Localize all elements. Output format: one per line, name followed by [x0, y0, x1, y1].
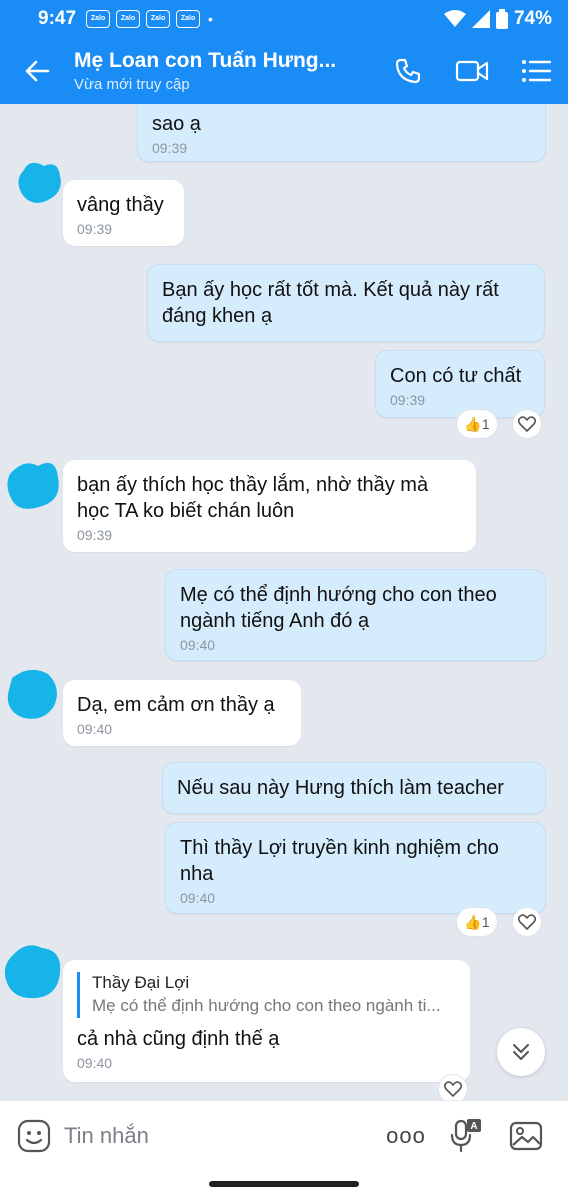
- heart-icon: [518, 416, 536, 432]
- like-count: 1: [481, 416, 490, 432]
- message-input[interactable]: [64, 1122, 376, 1149]
- heart-icon: [518, 914, 536, 930]
- contact-avatar[interactable]: [2, 940, 64, 1002]
- like-reaction-count[interactable]: 👍 1: [456, 907, 498, 937]
- message-bubble-outgoing[interactable]: Bạn ấy học rất tốt mà. Kết quả này rất đ…: [147, 264, 545, 342]
- heart-icon: [444, 1081, 462, 1097]
- like-reaction-count[interactable]: 👍 1: [456, 409, 498, 439]
- more-notifications-dot: •: [208, 11, 213, 27]
- battery-icon: [495, 9, 508, 29]
- message-text: sao ạ: [152, 113, 201, 135]
- more-options-button[interactable]: ooo: [376, 1111, 436, 1161]
- more-dots-icon: ooo: [386, 1122, 426, 1148]
- battery-percent: 74%: [513, 8, 552, 29]
- message-text: Bạn ấy học rất tốt mà. Kết quả này rất đ…: [162, 279, 499, 327]
- thumbs-up-icon: 👍: [464, 913, 482, 930]
- message-time: 09:40: [180, 637, 216, 653]
- contact-name: Mẹ Loan con Tuấn Hưng...: [74, 49, 337, 72]
- status-time: 9:47: [38, 8, 77, 29]
- message-text: Dạ, em cảm ơn thầy ạ: [77, 694, 275, 716]
- home-indicator[interactable]: [209, 1181, 359, 1187]
- message-time: 09:40: [77, 721, 113, 737]
- contact-avatar[interactable]: [4, 456, 62, 514]
- quote-author: Thầy Đại Lợi: [92, 973, 190, 992]
- message-text: vâng thầy: [77, 194, 164, 216]
- message-bubble-outgoing[interactable]: Nếu sau này Hưng thích làm teacher: [162, 762, 546, 814]
- like-count: 1: [481, 914, 490, 930]
- zalo-notification-icon: Zalo: [116, 10, 141, 28]
- message-bubble-incoming[interactable]: Dạ, em cảm ơn thầy ạ 09:40: [63, 680, 301, 746]
- scroll-to-bottom-button[interactable]: [497, 1028, 545, 1076]
- sticker-face-icon: [17, 1119, 51, 1152]
- quoted-message[interactable]: Thầy Đại Lợi Mẹ có thể định hướng cho co…: [77, 972, 456, 1018]
- back-arrow-icon: [25, 60, 50, 82]
- react-heart-button[interactable]: [512, 907, 542, 937]
- video-call-icon: [455, 60, 489, 82]
- message-text: Mẹ có thể định hướng cho con theo ngành …: [180, 584, 497, 632]
- contact-avatar[interactable]: [4, 666, 60, 722]
- message-bubble-incoming[interactable]: bạn ấy thích học thầy lắm, nhờ thầy mà h…: [63, 460, 476, 552]
- contact-info[interactable]: Mẹ Loan con Tuấn Hưng... Vừa mới truy cậ…: [74, 49, 376, 93]
- message-time: 09:39: [152, 140, 188, 156]
- message-text: cả nhà cũng định thế ạ: [77, 1028, 280, 1050]
- mic-badge: A: [470, 1121, 477, 1132]
- signal-icon: [471, 10, 490, 28]
- message-text: Thì thầy Lợi truyền kinh nghiệm cho nha: [180, 837, 499, 885]
- microphone-icon: A: [450, 1118, 481, 1152]
- phone-icon: [395, 58, 421, 84]
- contact-avatar[interactable]: [14, 156, 64, 206]
- wifi-icon: [443, 10, 466, 27]
- zalo-notification-icon: Zalo: [86, 10, 111, 28]
- message-time: 09:40: [77, 1055, 113, 1071]
- chat-options-button[interactable]: [504, 38, 568, 104]
- sticker-button[interactable]: [12, 1114, 56, 1158]
- react-heart-button[interactable]: [438, 1074, 468, 1100]
- contact-status: Vừa mới truy cập: [74, 76, 190, 93]
- image-icon: [509, 1121, 543, 1150]
- thumbs-up-icon: 👍: [464, 415, 482, 432]
- zalo-notification-icon: Zalo: [146, 10, 171, 28]
- message-time: 09:40: [180, 890, 216, 906]
- react-heart-button[interactable]: [512, 409, 542, 439]
- message-time: 09:39: [77, 221, 113, 237]
- message-text: Con có tư chất: [390, 365, 522, 387]
- chat-header: Mẹ Loan con Tuấn Hưng... Vừa mới truy cậ…: [0, 38, 568, 104]
- image-picker-button[interactable]: [496, 1111, 556, 1161]
- video-call-button[interactable]: [440, 38, 504, 104]
- message-text: Nếu sau này Hưng thích làm teacher: [177, 777, 504, 799]
- message-bubble-incoming[interactable]: Thầy Đại Lợi Mẹ có thể định hướng cho co…: [63, 960, 470, 1082]
- voice-call-button[interactable]: [376, 38, 440, 104]
- message-bubble-outgoing[interactable]: sao ạ 09:39: [137, 104, 546, 162]
- system-navigation-bar: [0, 1170, 568, 1200]
- double-chevron-down-icon: [513, 1044, 529, 1060]
- message-list[interactable]: sao ạ 09:39 vâng thầy 09:39 Bạn ấy học r…: [0, 104, 568, 1100]
- message-composer: ooo A: [0, 1100, 568, 1170]
- message-time: 09:39: [390, 392, 426, 408]
- zalo-notification-icon: Zalo: [176, 10, 201, 28]
- message-bubble-outgoing[interactable]: Mẹ có thể định hướng cho con theo ngành …: [165, 569, 546, 661]
- menu-list-icon: [522, 60, 551, 82]
- back-button[interactable]: [0, 38, 74, 104]
- message-bubble-incoming[interactable]: vâng thầy 09:39: [63, 180, 184, 246]
- message-time: 09:39: [77, 527, 113, 543]
- message-bubble-outgoing[interactable]: Con có tư chất 09:39: [375, 350, 545, 418]
- status-bar: 9:47 Zalo Zalo Zalo Zalo • 74%: [0, 0, 568, 38]
- voice-to-text-button[interactable]: A: [436, 1111, 496, 1161]
- message-bubble-outgoing[interactable]: Thì thầy Lợi truyền kinh nghiệm cho nha …: [165, 822, 546, 914]
- message-text: bạn ấy thích học thầy lắm, nhờ thầy mà h…: [77, 474, 429, 522]
- quote-text: Mẹ có thể định hướng cho con theo ngành …: [92, 996, 441, 1015]
